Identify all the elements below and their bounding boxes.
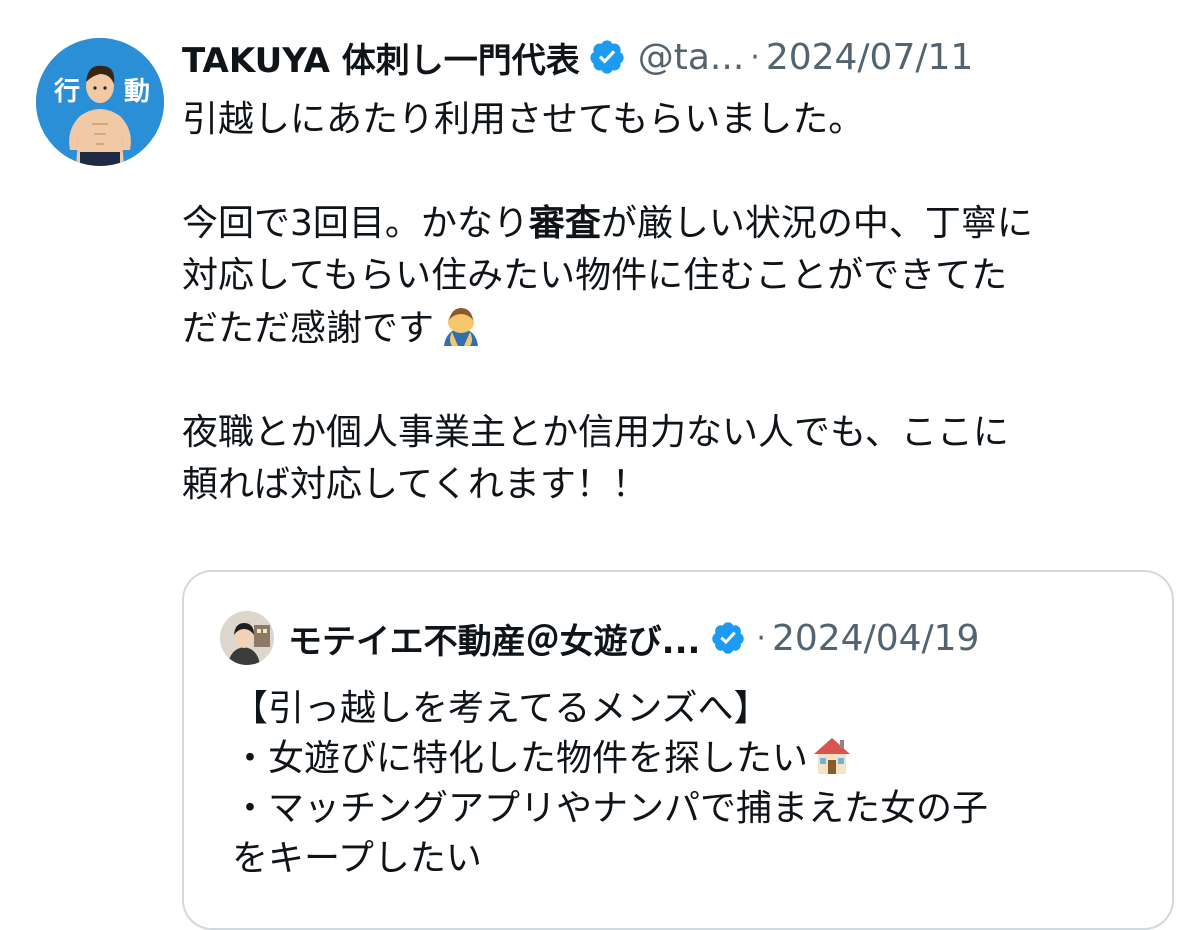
avatar-illustration: 行 動 (36, 38, 164, 166)
separator-dot: · (750, 39, 760, 75)
tweet-line: 今回で3回目。かなり審査が厳しい状況の中、丁寧に (182, 203, 1033, 244)
quoted-line: をキープしたい (232, 838, 482, 879)
quoted-tweet-body: 【引っ越しを考えてるメンズへ】 ・女遊びに特化した物件を探したい ・マッチングア… (232, 684, 1152, 884)
bold-word: 審査 (528, 203, 601, 244)
tweet-line: 対応してもらい住みたい物件に住むことができてた (182, 255, 1008, 296)
separator-dot: · (756, 620, 766, 656)
verified-badge-icon (712, 622, 745, 654)
verified-badge-icon (590, 40, 624, 74)
house-emoji (814, 738, 851, 774)
tweet-body: 引越しにあたり利用させてもらいました。 今回で3回目。かなり審査が厳しい状況の中… (182, 94, 1172, 511)
tweet-line: 引越しにあたり利用させてもらいました。 (182, 99, 865, 140)
quoted-line: ・女遊びに特化した物件を探したい (232, 734, 1152, 784)
quoted-line: 【引っ越しを考えてるメンズへ】 (232, 688, 770, 729)
quoted-author-name[interactable]: モテイエ不動産＠女遊び... (288, 614, 700, 663)
tweet-line: 頼れば対応してくれます！！ (182, 464, 648, 505)
tweet-date[interactable]: 2024/07/11 (766, 37, 974, 78)
quoted-avatar-illustration (220, 611, 274, 665)
author-name[interactable]: TAKUYA 体刺し一門代表 (182, 33, 580, 82)
svg-text:動: 動 (124, 77, 150, 107)
svg-text:行: 行 (53, 76, 80, 107)
quoted-line: ・マッチングアプリやナンパで捕まえた女の子 (232, 788, 989, 829)
quoted-tweet-header: モテイエ不動産＠女遊び... · 2024/04/19 (220, 610, 979, 666)
quoted-tweet-date[interactable]: 2024/04/19 (772, 618, 980, 659)
tweet-header: TAKUYA 体刺し一門代表 @ta... · 2024/07/11 (182, 30, 973, 84)
author-avatar[interactable]: 行 動 (36, 38, 164, 166)
tweet-line: だただ感謝です (182, 302, 1172, 355)
person-bowing-emoji (444, 308, 479, 346)
tweet-line: 夜職とか個人事業主とか信用力ない人でも、ここに (182, 412, 1009, 453)
author-handle[interactable]: @ta... (638, 37, 745, 78)
quoted-author-avatar[interactable] (220, 611, 274, 665)
quoted-tweet-card[interactable]: モテイエ不動産＠女遊び... · 2024/04/19 【引っ越しを考えてるメン… (182, 570, 1174, 930)
